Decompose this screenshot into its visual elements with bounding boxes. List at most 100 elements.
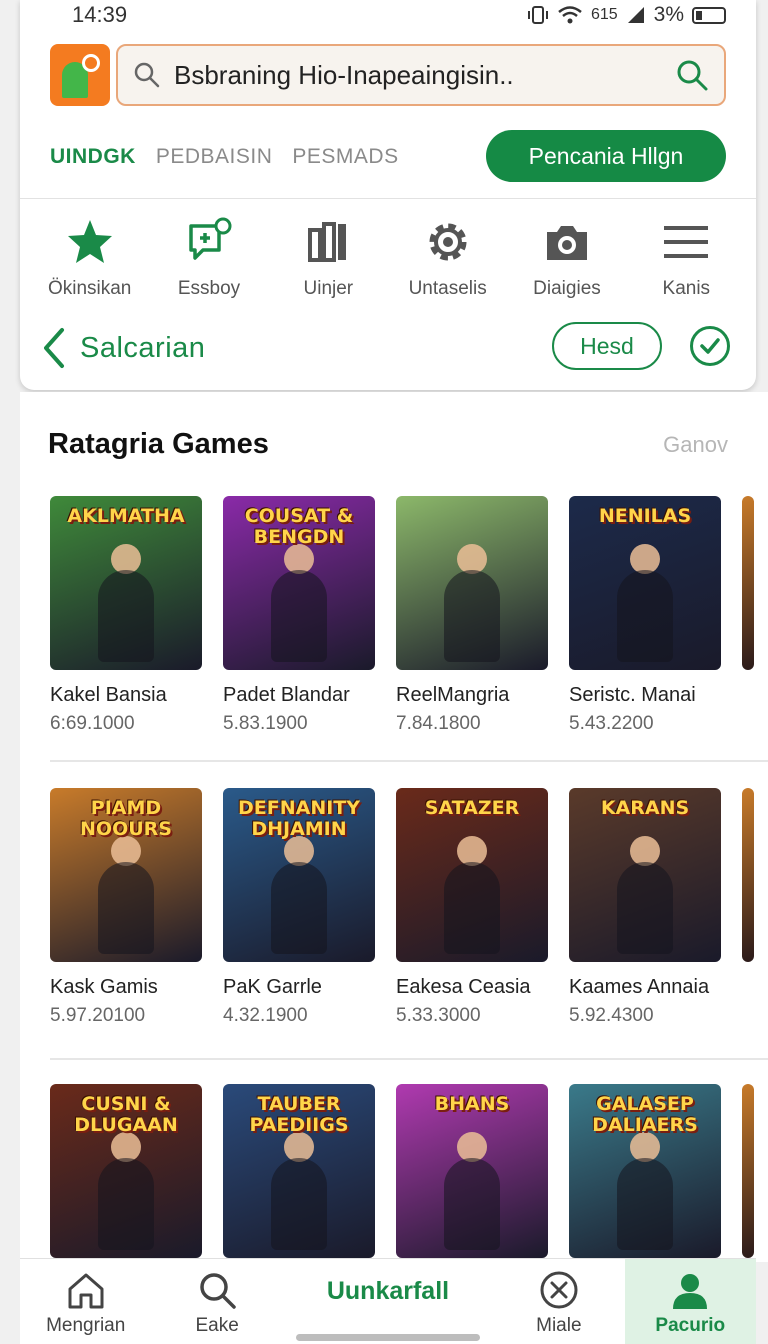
game-logo-text: SATAZER <box>424 797 520 819</box>
character-figure <box>98 570 154 662</box>
nav-profile[interactable]: Pacurio <box>624 1259 756 1344</box>
game-title: Padet Blandar <box>223 684 350 706</box>
home-indicator[interactable] <box>296 1334 480 1341</box>
game-card[interactable]: DEFNANITY DHJAMIN PaK Garrle 4.32.1900 <box>223 788 375 1027</box>
status-icons: 615 3% <box>527 3 726 27</box>
section-more-link[interactable]: Ganov <box>663 432 728 458</box>
nav-center[interactable]: Uunkarfall <box>283 1259 493 1306</box>
game-row: PIAMD NOOURS Kask Gamis 5.97.20100 DEFNANIT… <box>50 788 768 1027</box>
game-card[interactable]: SATAZER Eakesa Ceasia 5.33.3000 <box>396 788 548 1027</box>
tab-uindgk[interactable]: UINDGK <box>50 145 136 169</box>
battery-icon <box>692 6 726 24</box>
confirm-button[interactable] <box>690 326 730 366</box>
game-thumbnail: BHANS <box>396 1084 548 1258</box>
divider <box>20 198 756 199</box>
cell-signal-icon <box>627 7 644 23</box>
game-thumbnail: TAUBER PAEDIIGS <box>223 1084 375 1258</box>
star-icon <box>67 220 112 263</box>
game-card[interactable]: AKLMATHA Kakel Bansia 6:69.1000 <box>50 496 202 735</box>
category-row: Ökinsikan Essboy Uinjer Untaselis Diaigi… <box>20 216 756 306</box>
top-card: 14:39 615 3% Bsbraning Hio-Inapeaingisin… <box>20 0 756 390</box>
game-card[interactable]: BHANS <box>396 1084 548 1262</box>
tab-pedbaisin[interactable]: PEDBAISIN <box>156 145 273 169</box>
category-label: Untaselis <box>408 278 487 299</box>
check-icon <box>700 338 720 354</box>
game-title: Kaames Annaia <box>569 976 710 998</box>
game-card-partial[interactable] <box>742 788 768 1027</box>
game-thumbnail: PIAMD NOOURS <box>50 788 202 962</box>
nav-search[interactable]: Eake <box>151 1259 282 1337</box>
tab-pesmads[interactable]: PESMADS <box>292 145 398 169</box>
game-thumbnail: CUSNI & DLUGAAN <box>50 1084 202 1258</box>
game-logo-text: BHANS <box>434 1093 510 1115</box>
search-bar[interactable] <box>116 44 726 106</box>
nav-close[interactable]: Miale <box>493 1259 624 1337</box>
game-title: Kakel Bansia <box>50 684 167 706</box>
game-logo-text: GALASEP DALIAERS <box>592 1093 698 1136</box>
game-card[interactable]: TAUBER PAEDIIGS <box>223 1084 375 1262</box>
search-icon <box>134 62 160 88</box>
character-figure <box>271 1158 327 1250</box>
nav-home[interactable]: Mengrian <box>20 1259 151 1337</box>
nav-profile-label: Pacurio <box>655 1315 726 1336</box>
character-figure <box>271 862 327 954</box>
category-okinsikan[interactable]: Ökinsikan <box>31 216 149 306</box>
search-submit-icon[interactable] <box>674 57 710 93</box>
category-uinjer[interactable]: Uinjer <box>269 216 387 306</box>
status-time: 14:39 <box>72 2 128 27</box>
game-title: ReelMangria <box>396 684 510 706</box>
category-diaigies[interactable]: Diaigies <box>508 216 626 306</box>
game-logo-text: COUSAT & BENGDN <box>244 505 354 548</box>
game-card[interactable]: GALASEP DALIAERS <box>569 1084 721 1262</box>
back-row: Salcarian Hesd <box>40 322 730 374</box>
game-card-partial[interactable] <box>742 496 768 735</box>
game-card-partial[interactable] <box>742 1084 768 1262</box>
game-thumbnail <box>742 788 754 962</box>
category-essboy[interactable]: Essboy <box>150 216 268 306</box>
search-input[interactable] <box>174 59 674 91</box>
game-card[interactable]: KARANS Kaames Annaia 5.92.4300 <box>569 788 721 1027</box>
chevron-left-icon[interactable] <box>40 326 70 370</box>
game-card[interactable]: COUSAT & BENGDN Padet Blandar 5.83.1900 <box>223 496 375 735</box>
search-icon <box>200 1273 236 1309</box>
category-label: Essboy <box>177 278 241 299</box>
game-logo-text: KARANS <box>600 797 690 819</box>
row-divider <box>50 1058 768 1060</box>
game-stat: 5.92.4300 <box>569 1005 654 1026</box>
cta-button[interactable]: Pencania Hllgn <box>486 130 726 182</box>
game-stat: 5.83.1900 <box>223 713 308 734</box>
game-card[interactable]: CUSNI & DLUGAAN <box>50 1084 202 1262</box>
game-row: CUSNI & DLUGAAN TAUBER PAEDIIGS BHANS GALAS… <box>50 1084 768 1262</box>
character-figure <box>617 1158 673 1250</box>
home-icon <box>68 1273 104 1309</box>
gear-icon <box>429 223 467 261</box>
game-card[interactable]: PIAMD NOOURS Kask Gamis 5.97.20100 <box>50 788 202 1027</box>
category-label: Uinjer <box>303 278 354 299</box>
section-header: Ratagria Games Ganov <box>48 428 728 461</box>
game-title: Seristc. Manai <box>569 684 696 706</box>
category-kanis[interactable]: Kanis <box>627 216 745 306</box>
character-figure <box>98 862 154 954</box>
nav-search-label: Eake <box>195 1315 239 1336</box>
game-card[interactable]: ReelMangria 7.84.1800 <box>396 496 548 735</box>
character-figure <box>444 570 500 662</box>
columns-icon <box>308 222 347 262</box>
nav-home-label: Mengrian <box>46 1315 126 1336</box>
section-title: Ratagria Games <box>48 428 269 460</box>
app-logo[interactable] <box>50 44 110 106</box>
chat-plus-icon <box>189 217 232 260</box>
character-figure <box>617 862 673 954</box>
game-thumbnail <box>742 1084 754 1258</box>
category-untaselis[interactable]: Untaselis <box>389 216 507 306</box>
game-card[interactable]: NENILAS Seristc. Manai 5.43.2200 <box>569 496 721 735</box>
character-figure <box>444 1158 500 1250</box>
game-row: AKLMATHA Kakel Bansia 6:69.1000 COUSAT & BE… <box>50 496 768 735</box>
games-section: Ratagria Games Ganov AKLMATHA Kakel Bansi… <box>20 392 768 1262</box>
camera-icon <box>546 226 587 260</box>
hesd-button[interactable]: Hesd <box>552 322 662 370</box>
page-title: Salcarian <box>80 331 206 364</box>
game-logo-text: DEFNANITY DHJAMIN <box>237 797 361 840</box>
game-thumbnail: SATAZER <box>396 788 548 962</box>
battery-percent: 3% <box>653 3 684 26</box>
game-logo-text: AKLMATHA <box>67 505 185 527</box>
